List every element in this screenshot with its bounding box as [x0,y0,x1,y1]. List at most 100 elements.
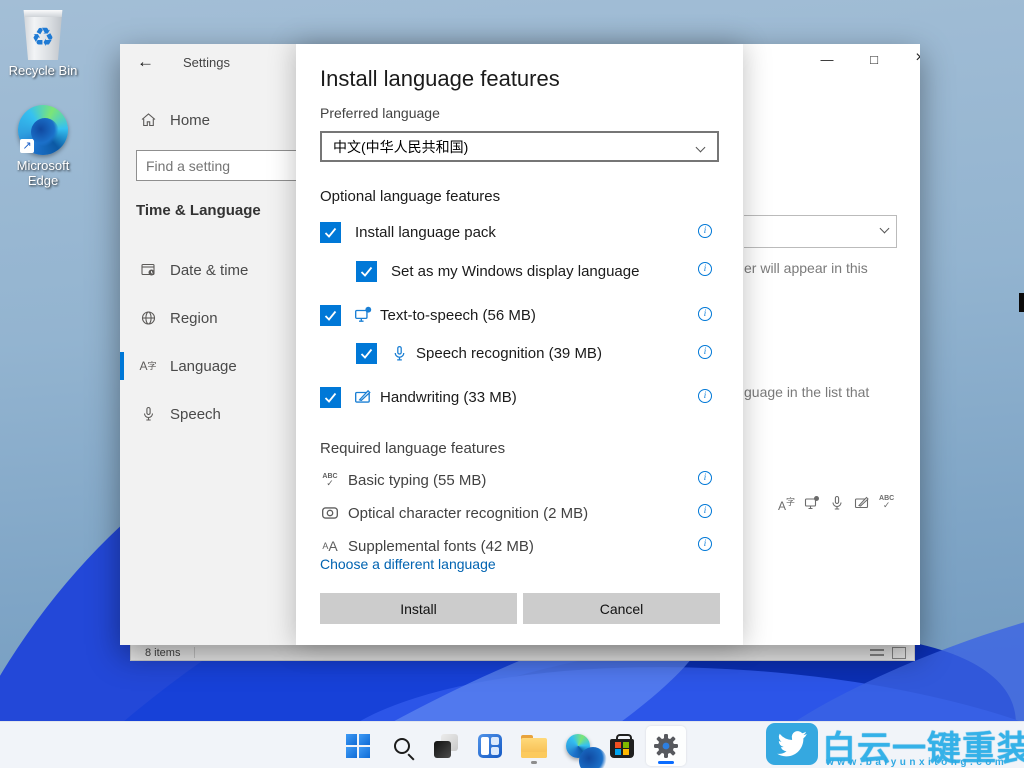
search-icon [394,738,410,754]
info-icon[interactable]: i [698,537,712,551]
task-view-icon [434,734,458,758]
language-page-background: — □ × er will appear in this guage in th… [743,44,920,645]
chevron-down-icon [696,143,706,153]
date-time-icon [139,262,157,278]
text-to-speech-checkbox[interactable] [320,305,341,326]
microphone-icon [139,406,157,422]
info-icon[interactable]: i [698,504,712,518]
edge-icon [566,734,590,758]
optional-features-heading: Optional language features [320,188,500,205]
info-icon[interactable]: i [698,224,712,238]
handwriting-icon [353,388,373,406]
settings-button[interactable] [646,726,686,766]
maximize-button[interactable]: □ [864,52,884,67]
minimize-button[interactable]: — [817,52,837,67]
basic-typing-icon: ABC✓ [320,473,340,487]
edge-button[interactable] [558,726,598,766]
feature-label: Handwriting (33 MB) [380,389,517,406]
explorer-item-count: 8 items [145,647,180,659]
recycle-bin-label: Recycle Bin [0,63,86,78]
edge-label-line2: Edge [28,173,58,188]
statusbar-divider [194,647,195,658]
feature-row-supplemental-fonts: AA Supplemental fonts (42 MB) [320,535,534,557]
widgets-icon [478,734,502,758]
feature-row-handwriting: Handwriting (33 MB) [320,386,517,408]
background-text-fragment-1: er will appear in this [744,260,868,276]
sidebar-item-date-time[interactable]: Date & time [120,252,296,288]
sidebar-section-heading: Time & Language [136,202,261,219]
ocr-icon [320,505,340,521]
feature-label: Supplemental fonts (42 MB) [348,538,534,555]
microphone-icon [829,495,845,511]
feature-row-display-language: Set as my Windows display language [356,260,639,282]
widgets-button[interactable] [470,726,510,766]
sidebar-item-language-label: Language [170,358,237,375]
sidebar-item-region[interactable]: Region [120,300,296,336]
language-capability-icons: A字 ABC✓ [778,495,894,513]
active-indicator [658,761,674,764]
shortcut-arrow-icon: ↗ [20,139,34,153]
back-button[interactable]: ← [137,52,154,72]
choose-different-language-link[interactable]: Choose a different language [320,556,496,572]
recycle-symbol-icon: ♻ [31,22,54,53]
sidebar-item-speech-label: Speech [170,406,221,423]
feature-row-install-language-pack: Install language pack [320,221,496,243]
settings-search-input[interactable] [137,151,296,180]
gear-icon [653,733,679,759]
cancel-button[interactable]: Cancel [523,593,720,624]
edge-icon: ↗ [18,105,68,155]
task-view-button[interactable] [426,726,466,766]
desktop-icon-recycle-bin[interactable]: ♻ Recycle Bin [0,10,86,78]
preferred-language-dropdown[interactable]: 中文(中华人民共和国) [320,131,719,162]
sidebar-item-date-time-label: Date & time [170,262,248,279]
feature-row-text-to-speech: Text-to-speech (56 MB) [320,304,536,326]
close-button[interactable]: × [910,49,920,67]
supplemental-fonts-icon: AA [320,538,340,554]
desktop-icon-microsoft-edge[interactable]: ↗ Microsoft Edge [0,105,86,188]
background-text-fragment-2: guage in the list that [744,384,869,400]
selected-language-value: 中文(中华人民共和国) [333,137,468,157]
speech-recognition-checkbox[interactable] [356,343,377,364]
running-indicator [531,761,537,764]
basic-typing-icon: ABC✓ [879,495,894,513]
info-icon[interactable]: i [698,262,712,276]
info-icon[interactable]: i [698,307,712,321]
info-icon[interactable]: i [698,471,712,485]
taskbar: 5:52 PM Wednesday 6/16/2021 2 [0,721,1024,768]
install-button[interactable]: Install [320,593,517,624]
explorer-status-bar: 8 items [130,644,915,661]
folder-icon [521,738,547,758]
settings-search-box[interactable] [136,150,296,181]
store-button[interactable] [602,726,642,766]
globe-icon [139,310,157,326]
sidebar-item-home[interactable]: Home [120,102,296,138]
feature-label: Set as my Windows display language [391,263,639,280]
store-icon [610,739,634,758]
feature-label: Install language pack [355,224,496,241]
sidebar-item-region-label: Region [170,310,218,327]
display-language-checkbox[interactable] [356,261,377,282]
start-button[interactable] [338,726,378,766]
install-language-pack-checkbox[interactable] [320,222,341,243]
icons-view-button[interactable] [892,647,906,659]
recycle-bin-icon: ♻ [21,10,65,60]
sidebar-item-speech[interactable]: Speech [120,396,296,432]
cursor-artifact [1019,293,1024,312]
feature-label: Basic typing (55 MB) [348,472,486,489]
feature-label: Speech recognition (39 MB) [416,345,602,362]
home-icon [139,112,157,128]
text-to-speech-icon [353,306,373,324]
search-button[interactable] [382,726,422,766]
required-features-heading: Required language features [320,440,505,457]
handwriting-checkbox[interactable] [320,387,341,408]
details-view-button[interactable] [870,647,884,659]
info-icon[interactable]: i [698,389,712,403]
file-explorer-button[interactable] [514,726,554,766]
feature-row-basic-typing: ABC✓ Basic typing (55 MB) [320,469,486,491]
language-icon: A字 [778,495,795,513]
handwriting-icon [854,495,870,511]
feature-label: Text-to-speech (56 MB) [380,307,536,324]
info-icon[interactable]: i [698,345,712,359]
sidebar-item-home-label: Home [170,112,210,129]
sidebar-item-language[interactable]: A字 Language [120,348,296,384]
